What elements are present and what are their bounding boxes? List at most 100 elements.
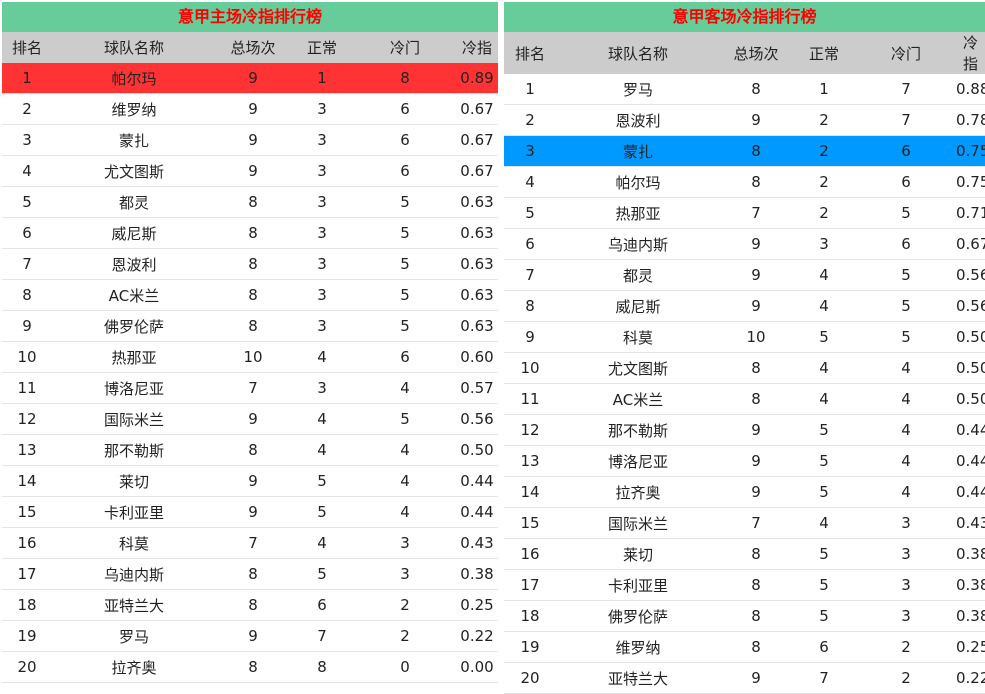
cell-normal: 3 <box>290 217 354 249</box>
cell-upset-index: 0.67 <box>956 228 985 260</box>
cell-total-games: 9 <box>216 93 290 125</box>
table-row: 6 威尼斯 8 3 5 0.63 <box>2 217 498 249</box>
cell-total-games: 8 <box>720 135 792 167</box>
cell-upset-index: 0.22 <box>456 620 498 652</box>
cell-upset: 4 <box>354 496 456 528</box>
cell-team-name: 拉齐奥 <box>556 476 720 508</box>
cell-normal: 3 <box>290 372 354 404</box>
cell-rank: 7 <box>504 259 556 291</box>
cell-rank: 13 <box>504 445 556 477</box>
cell-rank: 15 <box>2 496 52 528</box>
cell-upset-index: 0.63 <box>456 186 498 218</box>
cell-rank: 18 <box>2 589 52 621</box>
cell-total-games: 8 <box>720 538 792 570</box>
cell-upset-index: 0.63 <box>456 310 498 342</box>
header-upset-index: 冷指 <box>956 32 985 74</box>
cell-total-games: 8 <box>216 248 290 280</box>
table-row: 8威尼斯9450.56 <box>504 290 985 322</box>
cell-rank: 17 <box>2 558 52 590</box>
cell-upset-index: 0.50 <box>456 434 498 466</box>
cell-rank: 2 <box>2 93 52 125</box>
cell-normal: 6 <box>792 631 856 663</box>
cell-total-games: 8 <box>216 558 290 590</box>
cell-total-games: 8 <box>720 74 792 105</box>
cell-total-games: 8 <box>216 310 290 342</box>
table-row: 10尤文图斯8440.50 <box>504 352 985 384</box>
cell-normal: 1 <box>792 74 856 105</box>
table-row: 5 都灵 8 3 5 0.63 <box>2 186 498 218</box>
cell-team-name: 恩波利 <box>556 104 720 136</box>
cell-team-name: 尤文图斯 <box>556 352 720 384</box>
table-row: 13博洛尼亚9540.44 <box>504 445 985 477</box>
cell-total-games: 7 <box>720 197 792 229</box>
away-header-row: 排名 球队名称 总场次 正常 冷门 冷指 <box>504 32 985 74</box>
cell-upset-index: 0.22 <box>956 662 985 694</box>
cell-upset-index: 0.44 <box>956 445 985 477</box>
cell-total-games: 8 <box>720 600 792 632</box>
cell-normal: 3 <box>290 310 354 342</box>
cell-total-games: 9 <box>720 445 792 477</box>
cell-upset-index: 0.44 <box>956 476 985 508</box>
cell-team-name: 蒙扎 <box>556 135 720 167</box>
cell-upset: 0 <box>354 651 456 683</box>
table-row: 4帕尔玛8260.75 <box>504 166 985 198</box>
cell-rank: 9 <box>504 321 556 353</box>
cell-team-name: 都灵 <box>556 259 720 291</box>
cell-upset-index: 0.67 <box>456 124 498 156</box>
cell-normal: 6 <box>290 589 354 621</box>
table-row: 19 罗马 9 7 2 0.22 <box>2 620 498 652</box>
cell-rank: 20 <box>2 651 52 683</box>
cell-normal: 3 <box>290 124 354 156</box>
cell-upset: 2 <box>856 662 956 694</box>
cell-total-games: 8 <box>216 279 290 311</box>
cell-upset-index: 0.43 <box>456 527 498 559</box>
cell-total-games: 8 <box>720 631 792 663</box>
cell-team-name: 卡利亚里 <box>52 496 216 528</box>
table-row: 11AC米兰8440.50 <box>504 383 985 415</box>
cell-upset: 2 <box>354 620 456 652</box>
cell-upset-index: 0.56 <box>956 259 985 291</box>
cell-upset-index: 0.63 <box>456 279 498 311</box>
cell-upset-index: 0.38 <box>956 569 985 601</box>
table-row: 15 卡利亚里 9 5 4 0.44 <box>2 496 498 528</box>
cell-team-name: 热那亚 <box>556 197 720 229</box>
cell-team-name: 威尼斯 <box>556 290 720 322</box>
cell-upset: 5 <box>354 186 456 218</box>
cell-upset: 3 <box>856 538 956 570</box>
cell-team-name: 维罗纳 <box>556 631 720 663</box>
cell-rank: 6 <box>504 228 556 260</box>
table-row: 16莱切8530.38 <box>504 538 985 570</box>
cell-normal: 1 <box>290 63 354 94</box>
cell-total-games: 8 <box>216 186 290 218</box>
cell-total-games: 9 <box>216 63 290 94</box>
cell-upset-index: 0.56 <box>456 403 498 435</box>
cell-total-games: 9 <box>216 465 290 497</box>
cell-total-games: 7 <box>720 507 792 539</box>
cell-total-games: 9 <box>216 155 290 187</box>
cell-team-name: AC米兰 <box>52 279 216 311</box>
cell-normal: 8 <box>290 651 354 683</box>
cell-rank: 12 <box>2 403 52 435</box>
cell-team-name: 科莫 <box>556 321 720 353</box>
cell-team-name: 罗马 <box>556 74 720 105</box>
cell-team-name: 亚特兰大 <box>52 589 216 621</box>
table-row: 6乌迪内斯9360.67 <box>504 228 985 260</box>
cell-rank: 15 <box>504 507 556 539</box>
cell-normal: 4 <box>290 527 354 559</box>
cell-upset: 6 <box>354 124 456 156</box>
table-row: 12 国际米兰 9 4 5 0.56 <box>2 403 498 435</box>
cell-team-name: 都灵 <box>52 186 216 218</box>
cell-team-name: 恩波利 <box>52 248 216 280</box>
cell-upset-index: 0.75 <box>956 166 985 198</box>
cell-team-name: 维罗纳 <box>52 93 216 125</box>
home-table-body: 1 帕尔玛 9 1 8 0.89 2 维罗纳 9 3 6 0.67 3 蒙扎 9 3 6 0.67 4 尤文图斯 9 3 6… <box>2 63 498 683</box>
cell-total-games: 9 <box>216 620 290 652</box>
table-row: 1 帕尔玛 9 1 8 0.89 <box>2 63 498 94</box>
cell-total-games: 7 <box>216 527 290 559</box>
table-row: 15国际米兰7430.43 <box>504 507 985 539</box>
cell-normal: 7 <box>290 620 354 652</box>
table-row: 7 恩波利 8 3 5 0.63 <box>2 248 498 280</box>
table-row: 8 AC米兰 8 3 5 0.63 <box>2 279 498 311</box>
cell-upset-index: 0.44 <box>456 465 498 497</box>
cell-normal: 3 <box>290 248 354 280</box>
